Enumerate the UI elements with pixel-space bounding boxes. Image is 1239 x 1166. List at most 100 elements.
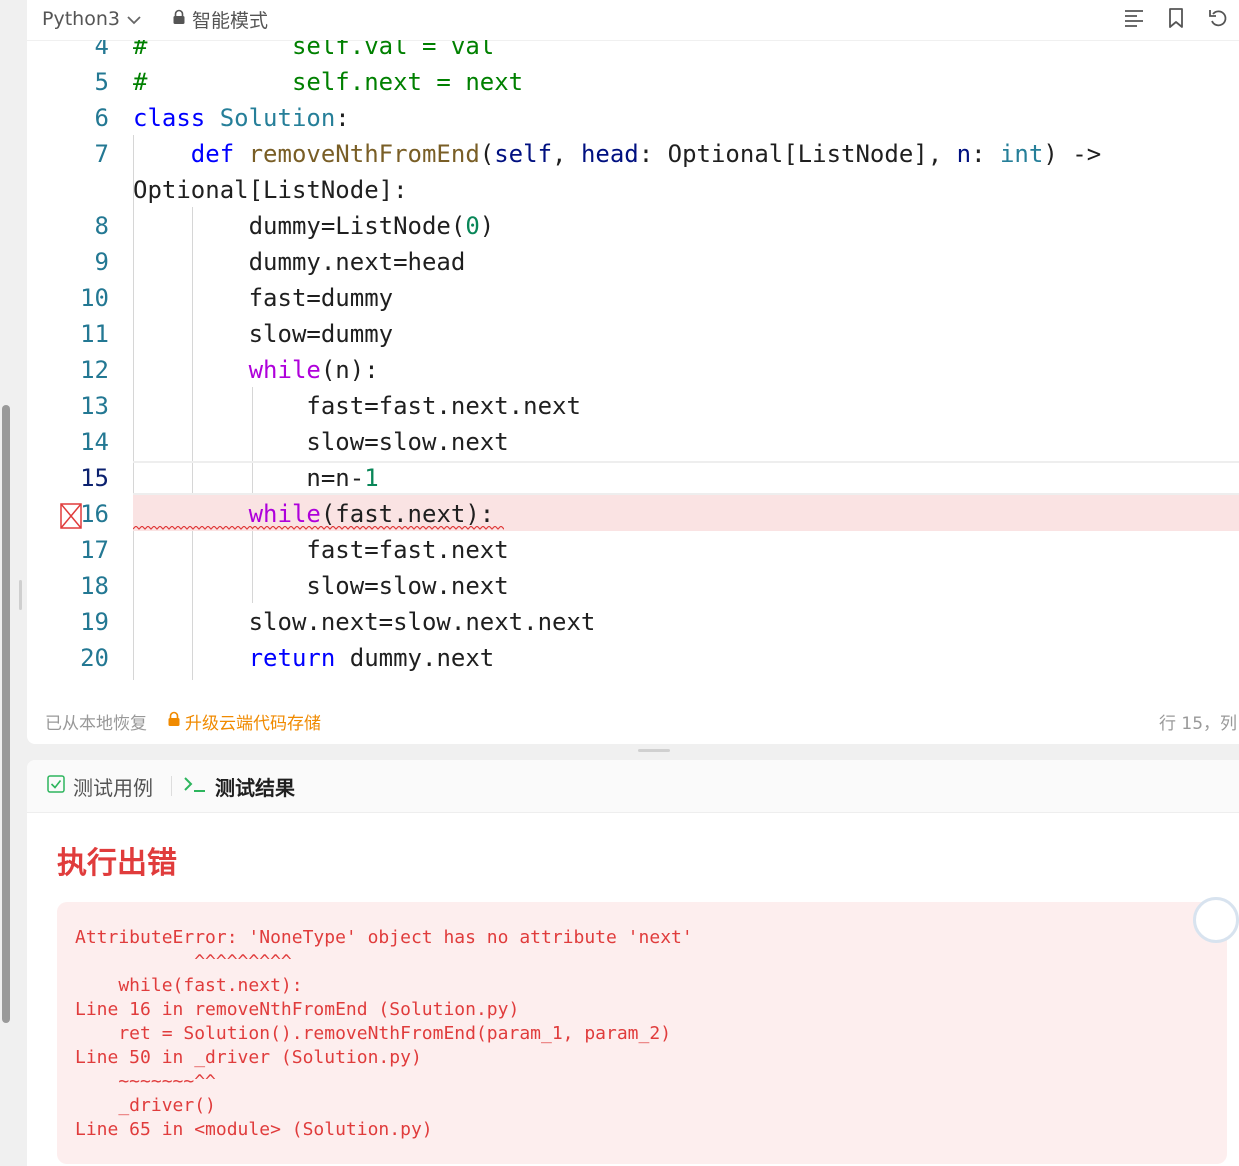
- code-token: ) ->: [1043, 140, 1102, 168]
- code-line[interactable]: Optional[ListNode]:: [27, 172, 1239, 208]
- code-token: :: [971, 140, 1000, 168]
- error-output: AttributeError: 'NoneType' object has no…: [57, 902, 1227, 1164]
- code-token: removeNthFromEnd: [248, 140, 480, 168]
- floating-assistant-button[interactable]: [1193, 897, 1239, 943]
- code-text: dummy=ListNode(0): [133, 208, 495, 244]
- code-token: head: [580, 140, 639, 168]
- bookmark-icon[interactable]: [1165, 6, 1187, 30]
- line-number: 13: [80, 392, 109, 420]
- code-token: :: [335, 104, 350, 132]
- language-label: Python3: [42, 8, 120, 30]
- code-text: dummy.next=head: [133, 244, 466, 280]
- code-token: slow.next=slow.next.next: [133, 608, 596, 636]
- tab-testcase-label: 测试用例: [73, 775, 153, 800]
- code-line[interactable]: 19 slow.next=slow.next.next: [27, 604, 1239, 640]
- editor-toolbar: Python3 智能模式: [27, 0, 1239, 41]
- line-number: 17: [80, 536, 109, 564]
- code-line[interactable]: 9 dummy.next=head: [27, 244, 1239, 280]
- page-scrollbar-thumb[interactable]: [2, 405, 10, 1023]
- line-number: 19: [80, 608, 109, 636]
- code-token: class: [133, 104, 220, 132]
- result-title: 执行出错: [57, 846, 177, 881]
- code-token: int: [999, 140, 1044, 168]
- code-line[interactable]: 10 fast=dummy: [27, 280, 1239, 316]
- line-number: 8: [94, 212, 109, 240]
- line-number: 6: [94, 104, 109, 132]
- error-traceback: AttributeError: 'NoneType' object has no…: [75, 927, 693, 1140]
- code-text: return dummy.next: [133, 640, 495, 676]
- upgrade-storage-link[interactable]: 升级云端代码存储: [167, 709, 321, 734]
- code-token: 0: [465, 212, 480, 240]
- code-editor-panel: Python3 智能模式 4 # self.val = val 5 # self…: [27, 0, 1239, 744]
- reset-icon[interactable]: [1207, 6, 1229, 30]
- result-panel: 测试用例 测试结果 执行出错 AttributeError: 'NoneType…: [27, 760, 1239, 1166]
- mode-select[interactable]: 智能模式: [172, 6, 268, 32]
- code-token: while: [248, 500, 321, 528]
- tab-divider: [171, 776, 172, 796]
- code-text: slow=slow.next: [133, 424, 509, 460]
- code-token: slow=slow.next: [133, 572, 509, 600]
- code-text: while(n):: [133, 352, 379, 388]
- line-number: 7: [94, 140, 109, 168]
- code-token: (: [479, 140, 495, 168]
- code-line[interactable]: 6 class Solution:: [27, 100, 1239, 136]
- code-token: fast=fast.next: [133, 536, 509, 564]
- code-token: fast=fast.next.next: [133, 392, 581, 420]
- mode-label: 智能模式: [192, 9, 269, 32]
- tab-result-label: 测试结果: [215, 775, 295, 800]
- code-token: def: [190, 140, 249, 168]
- code-line[interactable]: 11 slow=dummy: [27, 316, 1239, 352]
- code-token: # self.next = next: [133, 68, 524, 96]
- code-line[interactable]: 18 slow=slow.next: [27, 568, 1239, 604]
- code-line[interactable]: 13 fast=fast.next.next: [27, 388, 1239, 424]
- code-line[interactable]: 4 # self.val = val: [27, 40, 1239, 64]
- lock-icon: [172, 8, 186, 30]
- code-line[interactable]: 12 while(n):: [27, 352, 1239, 388]
- error-marker-icon[interactable]: [60, 503, 82, 529]
- code-line[interactable]: 15 n=n-1: [27, 460, 1239, 496]
- code-token: # self.val = val: [133, 40, 495, 60]
- tab-result[interactable]: 测试结果: [183, 772, 295, 800]
- code-line[interactable]: 7 def removeNthFromEnd(self, head: Optio…: [27, 136, 1239, 172]
- code-text: class Solution:: [133, 100, 350, 136]
- code-token: Optional[ListNode]:: [133, 176, 408, 204]
- code-token: (fast.next):: [320, 500, 495, 528]
- line-number: 20: [80, 644, 109, 672]
- code-token: 1: [364, 464, 379, 492]
- panel-split-handle[interactable]: [638, 749, 670, 752]
- code-line[interactable]: 8 dummy=ListNode(0): [27, 208, 1239, 244]
- restored-status: 已从本地恢复: [45, 714, 147, 734]
- code-text: def removeNthFromEnd(self, head: Optiona…: [133, 136, 1101, 172]
- code-token: ,: [552, 140, 581, 168]
- code-area[interactable]: 4 # self.val = val 5 # self.next = next 6 cla…: [27, 40, 1239, 690]
- line-number: 5: [94, 68, 109, 96]
- code-text: fast=fast.next: [133, 532, 509, 568]
- code-token: n: [956, 140, 972, 168]
- code-line[interactable]: 17 fast=fast.next: [27, 532, 1239, 568]
- code-token: n=n-: [133, 464, 365, 492]
- error-squiggle: [252, 526, 504, 530]
- language-select[interactable]: Python3: [42, 6, 142, 32]
- line-number: 4: [94, 40, 109, 60]
- code-line[interactable]: 20 return dummy.next: [27, 640, 1239, 676]
- code-text: slow.next=slow.next.next: [133, 604, 596, 640]
- code-text: Optional[ListNode]:: [133, 172, 408, 208]
- code-token: (n):: [320, 356, 379, 384]
- code-line[interactable]: 5 # self.next = next: [27, 64, 1239, 100]
- resize-grip[interactable]: [19, 580, 22, 610]
- format-icon[interactable]: [1123, 6, 1145, 30]
- line-number: 9: [94, 248, 109, 276]
- chevron-down-icon: [126, 8, 142, 30]
- upgrade-label: 升级云端代码存储: [185, 714, 321, 734]
- code-text: slow=slow.next: [133, 568, 509, 604]
- tab-testcase[interactable]: 测试用例: [47, 772, 153, 800]
- page-scrollbar[interactable]: [0, 0, 12, 1166]
- error-squiggle: [133, 526, 253, 530]
- line-number: 12: [80, 356, 109, 384]
- code-token: slow=slow.next: [133, 428, 509, 456]
- line-number: 11: [80, 320, 109, 348]
- code-line[interactable]: 14 slow=slow.next: [27, 424, 1239, 460]
- line-number: 15: [80, 464, 109, 492]
